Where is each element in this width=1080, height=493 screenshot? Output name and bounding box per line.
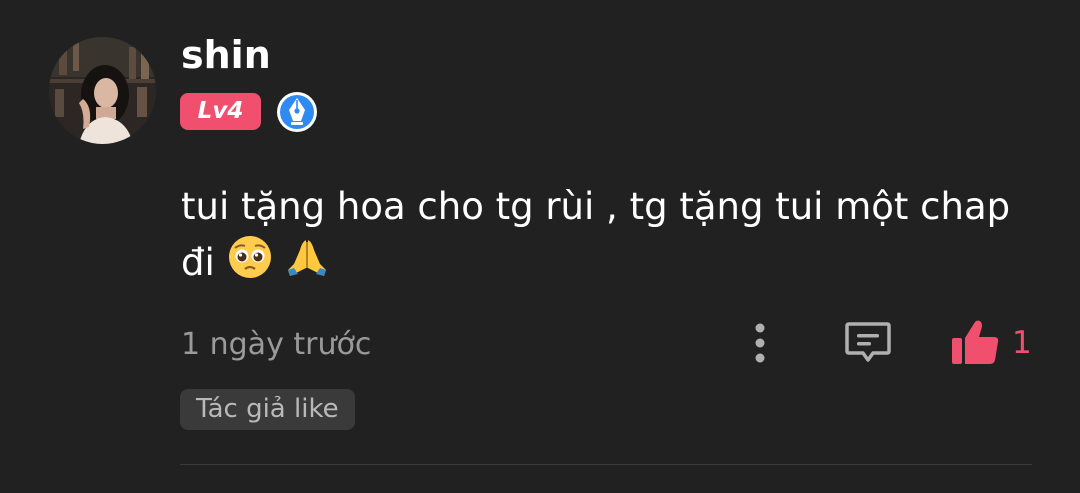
comment-reply-icon[interactable] xyxy=(843,320,893,366)
pen-nib-icon xyxy=(276,91,318,133)
timestamp: 1 ngày trước xyxy=(181,327,372,362)
level-badge: Lv4 xyxy=(180,93,261,130)
avatar[interactable] xyxy=(49,37,156,144)
comment-text: tui tặng hoa cho tg rùi , tg tặng tui mộ… xyxy=(181,180,1021,295)
user-photo-avatar xyxy=(49,37,156,144)
pleading-face-emoji xyxy=(227,234,273,295)
like-count: 1 xyxy=(1012,325,1032,361)
more-vertical-icon[interactable] xyxy=(744,320,776,366)
author-like-tag: Tác giả like xyxy=(180,389,355,430)
divider xyxy=(180,464,1032,465)
comment-item: shin Lv4 tui tặng hoa cho tg rùi , tg tặ… xyxy=(0,0,1080,493)
username[interactable]: shin xyxy=(181,30,271,80)
like-button[interactable]: 1 xyxy=(950,318,1040,368)
folded-hands-emoji xyxy=(284,234,330,295)
thumbs-up-icon xyxy=(950,318,1002,368)
